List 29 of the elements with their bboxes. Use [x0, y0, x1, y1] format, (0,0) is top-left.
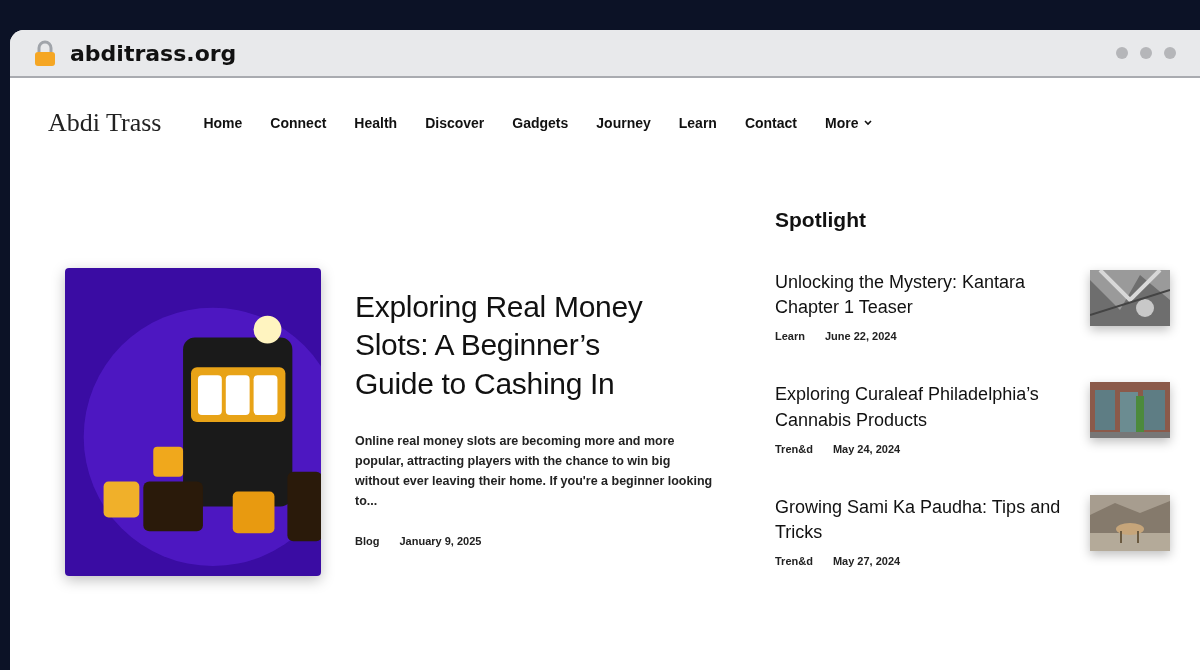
- window-dot[interactable]: [1116, 47, 1128, 59]
- window-dot[interactable]: [1140, 47, 1152, 59]
- nav-link[interactable]: More: [825, 115, 873, 131]
- article-title[interactable]: Unlocking the Mystery: Kantara Chapter 1 Teaser: [775, 270, 1074, 321]
- post-date: May 24, 2024: [832, 442, 901, 455]
- post-date: May 27, 2024: [832, 555, 901, 568]
- category-link[interactable]: Learn: [775, 330, 805, 343]
- nav-link[interactable]: Connect: [270, 115, 327, 131]
- nav-link[interactable]: Health: [354, 115, 398, 131]
- nav-link[interactable]: Discover: [425, 115, 485, 131]
- category-link[interactable]: Tren&d: [775, 442, 813, 455]
- nav-link[interactable]: Learn: [678, 115, 717, 131]
- nav-link[interactable]: Contact: [744, 115, 798, 131]
- nav-link[interactable]: Home: [203, 115, 243, 131]
- article-excerpt: Online real money slots are becoming more and more popular, attracting players with the chance to win big without ever leaving their home. If you're a beginner looking to...: [355, 433, 714, 511]
- window-dot[interactable]: [1164, 47, 1176, 59]
- article-title[interactable]: Growing Sami Ka Paudha: Tips and Tricks: [775, 494, 1074, 546]
- section-heading: Spotlight: [775, 208, 867, 232]
- post-date: June 22, 2024: [824, 330, 897, 343]
- article-title[interactable]: Exploring Real Money Slots: A Beginner’s Guide to Cashing In: [355, 288, 675, 404]
- post-date: January 9, 2025: [399, 535, 482, 548]
- nav-link[interactable]: Journey: [596, 115, 651, 131]
- lock-icon: [34, 40, 56, 66]
- nav-link[interactable]: Gadgets: [512, 115, 569, 131]
- url-text[interactable]: abditrass.org: [70, 40, 1102, 66]
- article-title[interactable]: Exploring Curaleaf Philadelphia’s Cannabis Products: [775, 382, 1074, 433]
- category-link[interactable]: Blog: [355, 535, 380, 548]
- site-logo[interactable]: Abdi Trass: [48, 108, 162, 138]
- category-link[interactable]: Tren&d: [775, 555, 813, 568]
